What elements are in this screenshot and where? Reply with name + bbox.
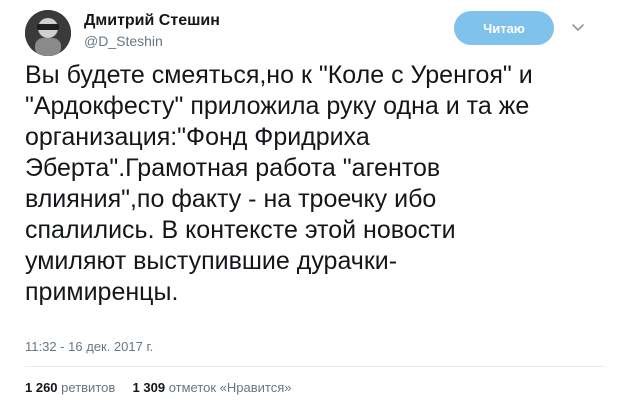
- avatar-photo: [25, 10, 71, 56]
- tweet-text-line: влияния",по факту - на троечку ибо: [25, 185, 437, 213]
- likes-stat[interactable]: 1 309 отметок «Нравится»: [133, 380, 292, 395]
- tweet-card: Дмитрий Стешин @D_Steshin Читаю Вы будет…: [0, 0, 624, 405]
- tweet-text-line: организация:"Фонд Фридриха: [25, 123, 370, 151]
- tweet-text-line: умиляют выступившие дурачки-: [25, 247, 398, 275]
- tweet-text-line: "Ардокфесту" приложила руку одна и та же: [25, 92, 530, 120]
- follow-button[interactable]: Читаю: [454, 11, 554, 45]
- likes-label: отметок «Нравится»: [168, 380, 292, 395]
- tweet-timestamp[interactable]: 11:32 - 16 дек. 2017 г.: [25, 339, 153, 354]
- retweets-label: ретвитов: [61, 380, 116, 395]
- avatar[interactable]: [25, 10, 71, 56]
- retweets-stat[interactable]: 1 260 ретвитов: [25, 380, 119, 395]
- tweet-stats: 1 260 ретвитов 1 309 отметок «Нравится»: [25, 380, 292, 395]
- tweet-text: Вы будете смеяться,но к "Коле с Уренгоя"…: [25, 60, 615, 308]
- divider: [25, 366, 605, 367]
- tweet-text-line: спалились. В контексте этой новости: [25, 216, 456, 244]
- retweets-count: 1 260: [25, 380, 58, 395]
- author-display-name[interactable]: Дмитрий Стешин: [84, 12, 220, 30]
- tweet-text-line: примиренцы.: [25, 278, 179, 306]
- tweet-text-line: Вы будете смеяться,но к "Коле с Уренгоя"…: [25, 61, 533, 89]
- likes-count: 1 309: [132, 380, 166, 395]
- author-handle[interactable]: @D_Steshin: [84, 33, 163, 49]
- chevron-down-icon[interactable]: [569, 18, 587, 36]
- tweet-text-line: Эберта".Грамотная работа "агентов: [25, 154, 441, 182]
